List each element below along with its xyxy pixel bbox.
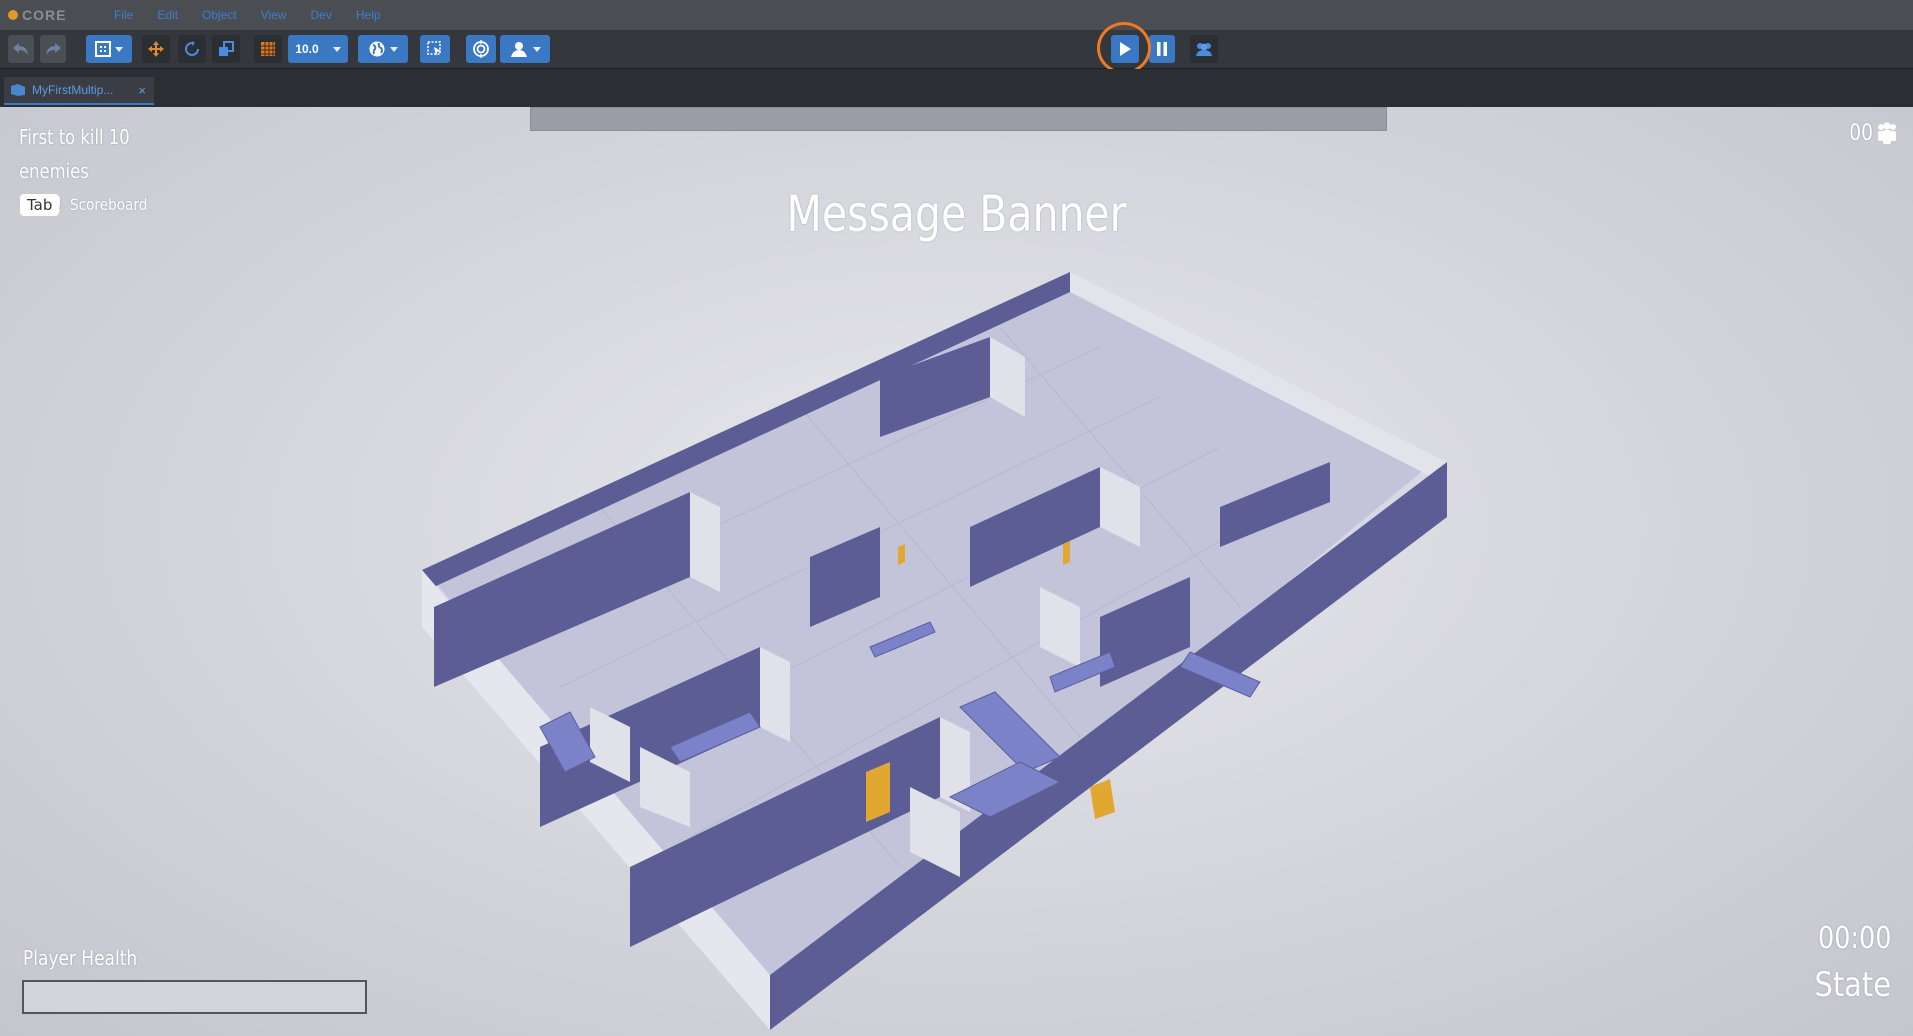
grid-select-dropdown[interactable] [86, 35, 132, 63]
game-viewport[interactable]: First to kill 10 enemies wins! Tab Score… [0, 107, 1913, 1036]
message-banner: Message Banner [786, 185, 1127, 243]
logo-mark-icon [8, 10, 18, 20]
frame-object-button[interactable] [420, 35, 450, 63]
multiplayer-preview-button[interactable] [1190, 35, 1218, 63]
frame-object-icon [427, 41, 441, 56]
player-preview-icon [511, 42, 527, 57]
tab-close-button[interactable]: × [138, 83, 146, 98]
player-health-bar [22, 980, 367, 1014]
play-button[interactable] [1111, 35, 1139, 63]
logo-text: CORE [22, 7, 67, 23]
pause-button[interactable] [1149, 35, 1175, 63]
app-logo: CORE [8, 7, 90, 23]
player-health-label: Player Health [23, 946, 138, 970]
move-icon [148, 41, 164, 57]
menu-help[interactable]: Help [356, 8, 381, 22]
document-tab-strip: MyFirstMultip... × [0, 69, 1913, 107]
play-icon [1120, 42, 1131, 56]
snap-value-dropdown[interactable]: 10.0 [288, 35, 348, 63]
menu-view[interactable]: View [261, 8, 287, 22]
chevron-down-icon [533, 46, 541, 52]
pause-icon [1157, 42, 1167, 56]
toolbar: 10.0 [0, 30, 1913, 69]
camera-target-button[interactable] [466, 35, 496, 63]
world-space-dropdown[interactable] [358, 35, 408, 63]
chevron-down-icon [332, 46, 341, 52]
project-icon [11, 84, 25, 96]
camera-target-icon [473, 40, 489, 58]
level-3d-render [422, 272, 1447, 1030]
player-preview-dropdown[interactable] [500, 35, 550, 63]
chevron-down-icon [390, 46, 398, 52]
tab-label: MyFirstMultip... [32, 83, 114, 97]
top-status-bar [530, 107, 1387, 131]
people-icon [1878, 122, 1896, 144]
scale-icon [219, 41, 234, 56]
scale-tool-button[interactable] [212, 35, 240, 63]
player-count: 00 [1849, 121, 1873, 146]
menu-file[interactable]: File [114, 8, 133, 22]
world-icon [369, 41, 385, 57]
menu-object[interactable]: Object [202, 8, 237, 22]
snap-value: 10.0 [295, 42, 319, 56]
grid-select-icon [95, 41, 111, 57]
redo-button[interactable] [40, 35, 66, 63]
rotate-icon [185, 41, 199, 56]
multiplayer-icon [1196, 43, 1212, 56]
rotate-tool-button[interactable] [178, 35, 206, 63]
snap-grid-button[interactable] [254, 35, 282, 63]
chevron-down-icon [115, 46, 123, 52]
scoreboard-label: Scoreboard [70, 195, 148, 214]
menu-bar: CORE File Edit Object View Dev Help [0, 0, 1913, 30]
tab-my-first-multiplayer[interactable]: MyFirstMultip... × [4, 77, 154, 105]
tab-key-hint: Tab [20, 194, 60, 216]
round-timer: 00:00 [1817, 921, 1891, 956]
snap-grid-icon [261, 42, 275, 56]
redo-icon [46, 43, 61, 55]
game-state-label: State [1814, 965, 1892, 1005]
undo-button[interactable] [8, 35, 34, 63]
move-tool-button[interactable] [142, 35, 170, 63]
undo-icon [13, 43, 28, 55]
menu-dev[interactable]: Dev [311, 8, 332, 22]
menu-edit[interactable]: Edit [157, 8, 178, 22]
